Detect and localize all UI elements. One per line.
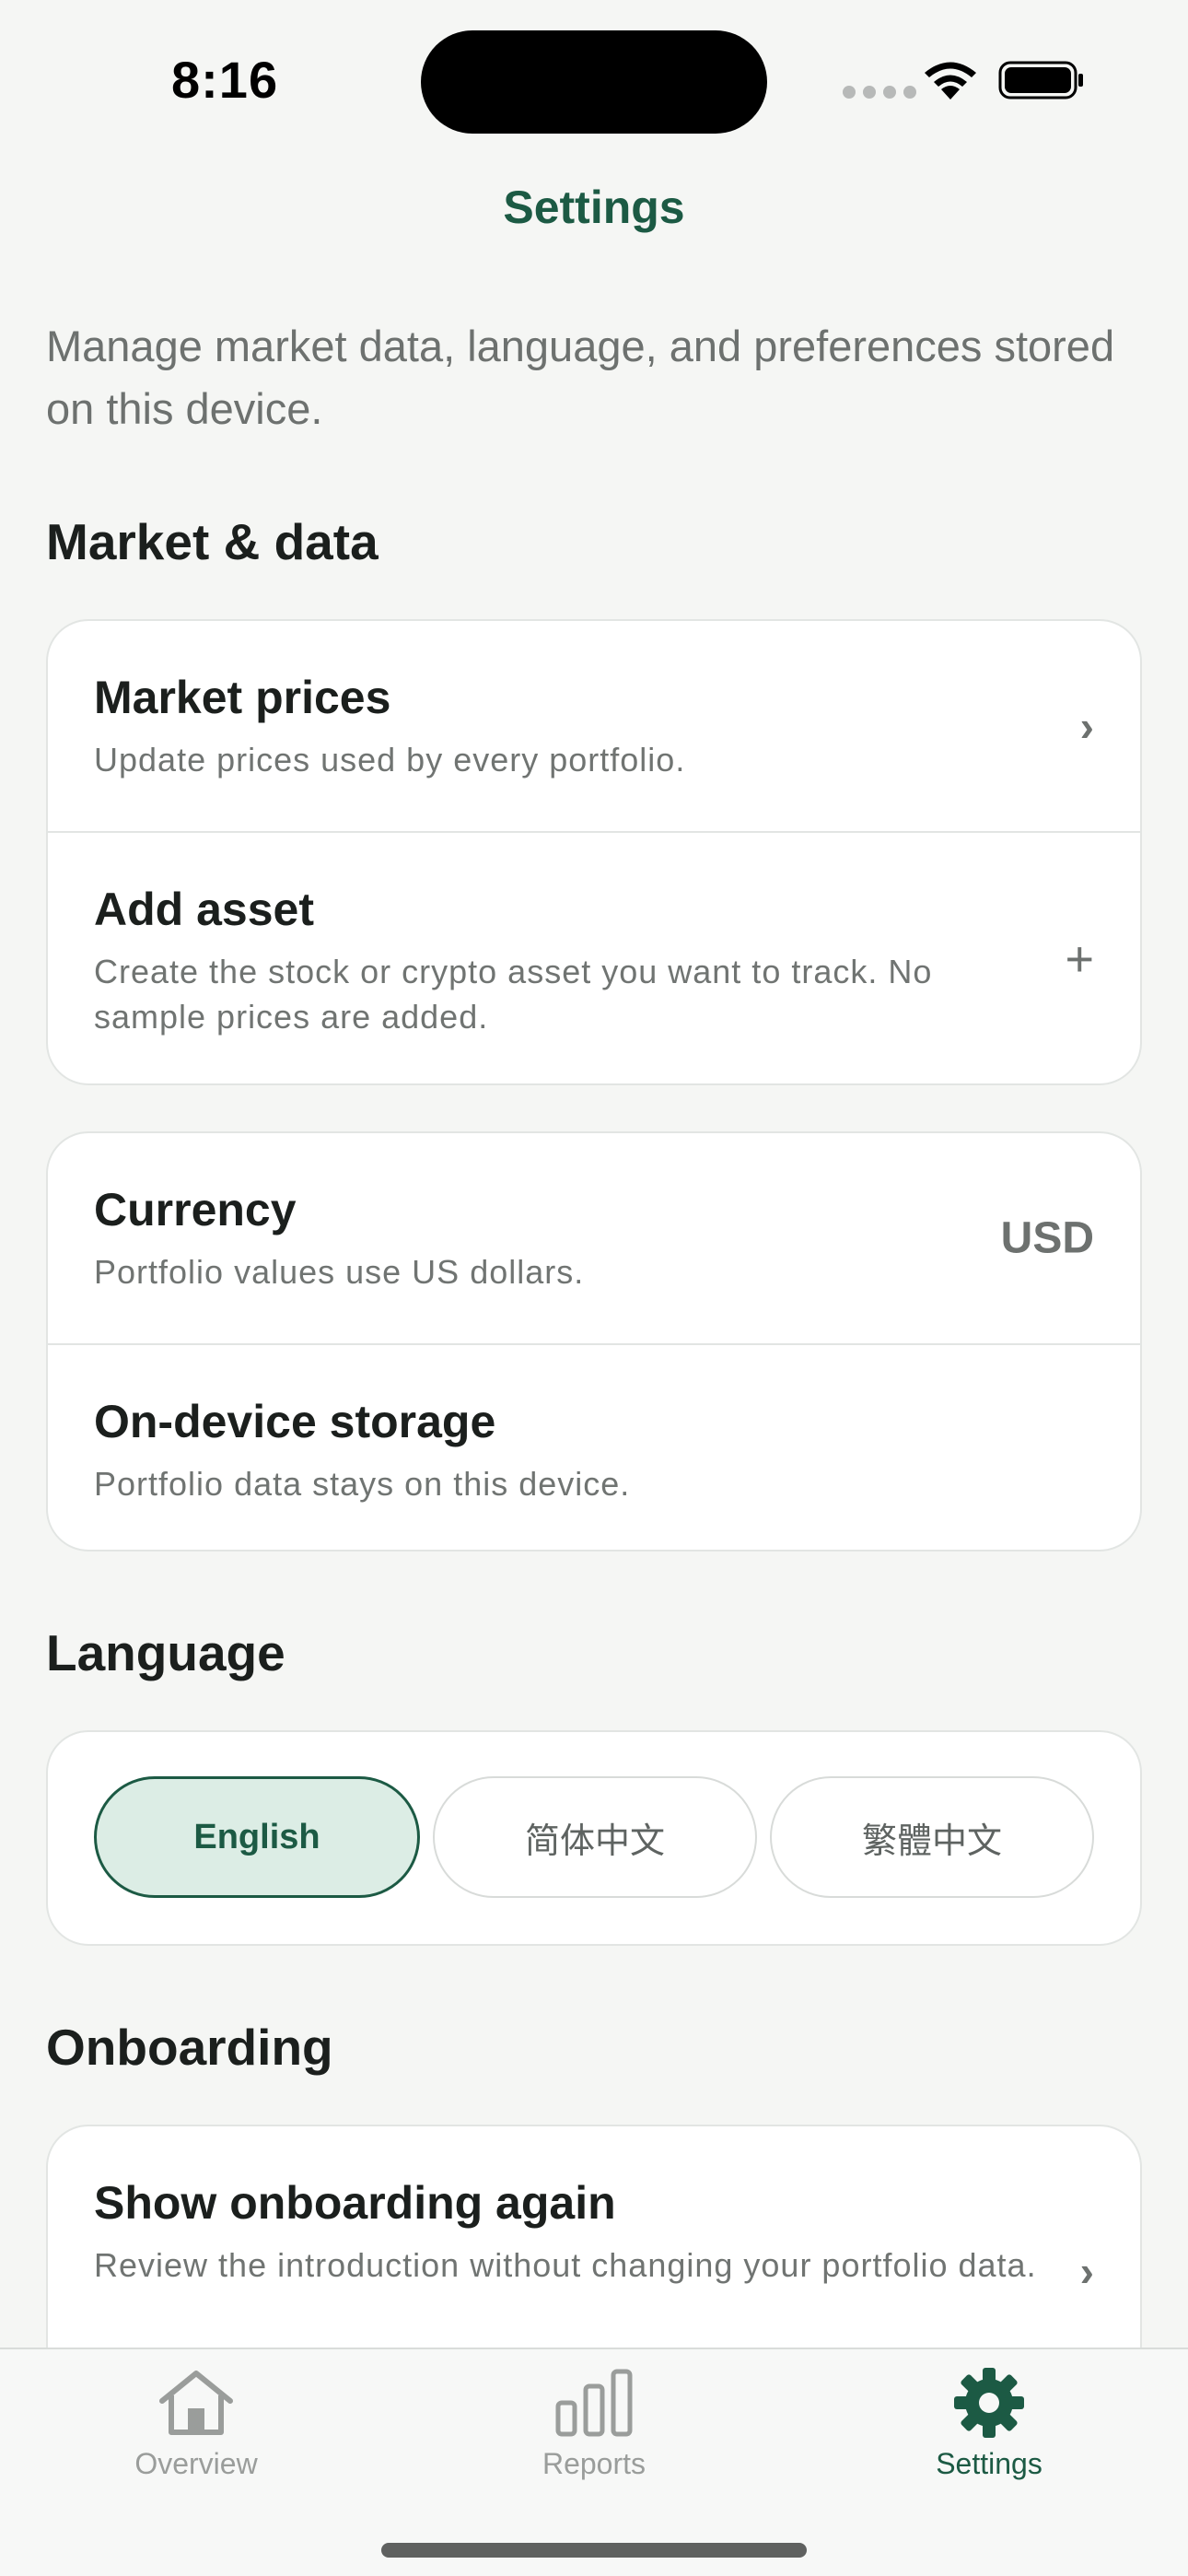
tab-label-settings: Settings: [936, 2447, 1042, 2480]
battery-icon: [998, 61, 1083, 100]
preferences-card: Currency Portfolio values use US dollars…: [46, 1131, 1142, 1551]
settings-screen: 8:16 Settings Manage market data, langua…: [0, 0, 1188, 2576]
tab-label-reports: Reports: [542, 2447, 646, 2480]
storage-subtitle: Portfolio data stays on this device.: [94, 1465, 631, 1503]
market-prices-subtitle: Update prices used by every portfolio.: [94, 741, 686, 779]
market-card: Market prices Update prices used by ever…: [46, 619, 1142, 1085]
language-card: English 简体中文 繁體中文: [46, 1730, 1142, 1946]
market-prices-row[interactable]: Market prices Update prices used by ever…: [48, 621, 1140, 831]
language-option-simplified-chinese[interactable]: 简体中文: [433, 1776, 757, 1898]
tab-bar: Overview Reports Settings: [0, 2348, 1188, 2576]
language-option-english[interactable]: English: [94, 1776, 420, 1898]
section-title-market: Market & data: [46, 513, 379, 570]
add-asset-subtitle: Create the stock or crypto asset you wan…: [94, 953, 933, 1036]
show-onboarding-title: Show onboarding again: [94, 2177, 616, 2229]
chevron-right-icon: ›: [1079, 702, 1094, 750]
status-time: 8:16: [171, 51, 279, 109]
house-icon: [159, 2371, 233, 2435]
section-title-language: Language: [46, 1624, 285, 1681]
page-title: Settings: [503, 181, 685, 233]
tab-settings[interactable]: Settings: [869, 2366, 1109, 2481]
language-option-traditional-chinese[interactable]: 繁體中文: [770, 1776, 1094, 1898]
tab-label-overview: Overview: [134, 2447, 258, 2480]
show-onboarding-subtitle: Review the introduction without changing…: [94, 2246, 1037, 2284]
home-indicator: [381, 2543, 807, 2558]
section-title-onboarding: Onboarding: [46, 2019, 333, 2076]
currency-row: Currency Portfolio values use US dollars…: [48, 1133, 1140, 1343]
currency-title: Currency: [94, 1184, 297, 1235]
storage-row: On-device storage Portfolio data stays o…: [48, 1343, 1140, 1550]
market-prices-title: Market prices: [94, 672, 391, 723]
wifi-icon: [925, 62, 976, 100]
status-bar: 8:16: [0, 0, 1188, 147]
bar-chart-icon: [555, 2369, 633, 2437]
storage-title: On-device storage: [94, 1396, 496, 1447]
cellular-signal-icon: [843, 86, 916, 99]
gear-icon: [954, 2368, 1024, 2438]
chevron-right-icon: ›: [1079, 2247, 1094, 2295]
intro-text: Manage market data, language, and prefer…: [46, 322, 1115, 433]
currency-subtitle: Portfolio values use US dollars.: [94, 1253, 585, 1291]
add-asset-title: Add asset: [94, 884, 314, 935]
tab-reports[interactable]: Reports: [474, 2366, 714, 2481]
plus-icon: +: [1065, 931, 1094, 987]
currency-value: USD: [1000, 1213, 1094, 1263]
add-asset-row[interactable]: Add asset Create the stock or crypto ass…: [48, 831, 1140, 1083]
language-selector: English 简体中文 繁體中文: [48, 1732, 1140, 1942]
dynamic-island: [421, 30, 767, 134]
tab-overview[interactable]: Overview: [76, 2366, 316, 2481]
